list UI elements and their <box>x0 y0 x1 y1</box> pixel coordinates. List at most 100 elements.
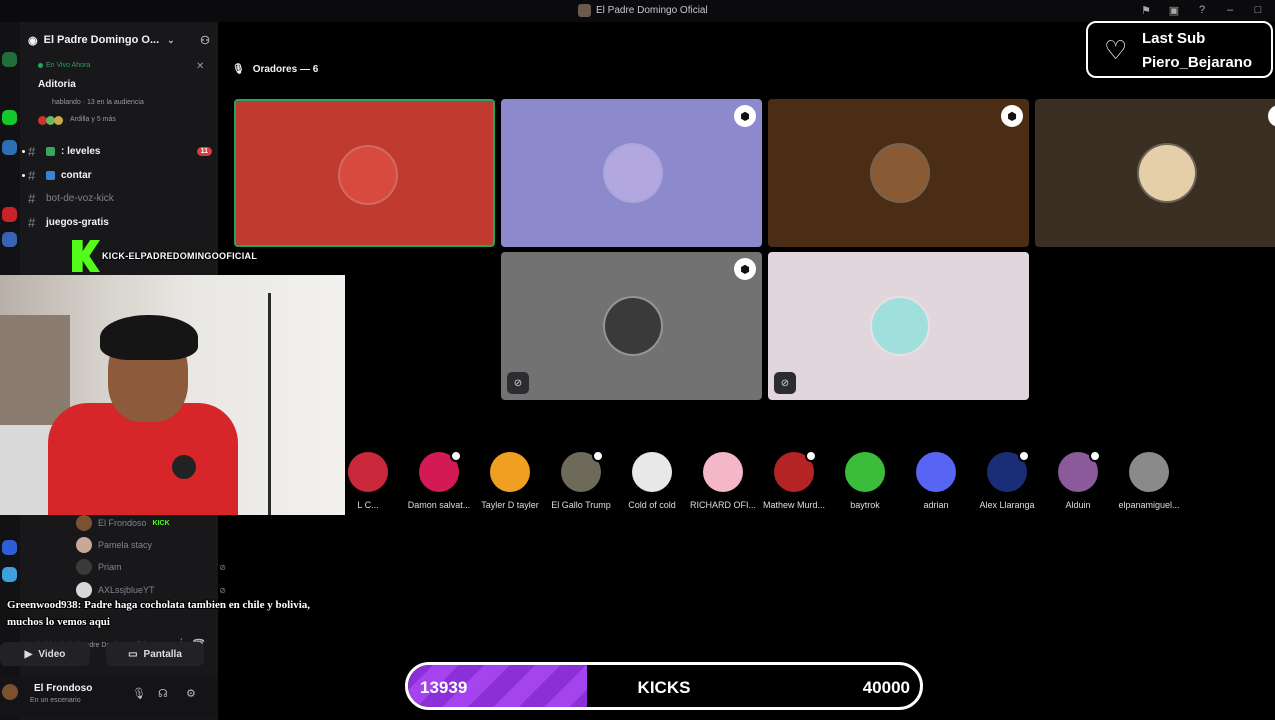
channel-item[interactable]: # contar <box>22 165 212 185</box>
audience-member[interactable]: Damon salvat... <box>404 450 474 510</box>
mic-muted-icon: ⊘ <box>774 372 796 394</box>
moderator-badge-icon <box>592 450 604 462</box>
hash-icon: # <box>28 214 36 230</box>
background-cable <box>268 293 271 515</box>
server-icon[interactable] <box>2 110 17 125</box>
avatar <box>845 452 885 492</box>
avatar <box>916 452 956 492</box>
window-controls: ⚑ ▣ ? – □ <box>1139 3 1265 17</box>
mention-badge: 11 <box>196 146 212 156</box>
chat-overlay-message: Greenwood938: Padre haga cocholata tambi… <box>7 599 310 628</box>
audience-name: Mathew Murd... <box>762 500 826 510</box>
channel-emoji-icon <box>46 146 55 156</box>
voice-user[interactable]: Priam ⊘ <box>76 558 226 576</box>
audience-name: Alduin <box>1065 500 1091 510</box>
audience-name: RICHARD OFI... <box>689 500 756 510</box>
minimize-icon[interactable]: – <box>1223 3 1237 17</box>
channel-item[interactable]: # juegos-gratis <box>28 212 212 232</box>
audience-member[interactable]: baytrok <box>830 452 900 510</box>
webcam-overlay <box>0 275 345 515</box>
audience-name: L C... <box>357 500 379 510</box>
speaker-tile[interactable] <box>234 99 495 247</box>
audience-member[interactable]: RICHARD OFI... <box>688 452 758 510</box>
inbox-icon[interactable]: ▣ <box>1167 3 1181 17</box>
flag-icon[interactable]: ⚑ <box>1139 3 1153 17</box>
avatar <box>561 450 604 492</box>
title-bar: El Padre Domingo Oficial ⚑ ▣ ? – □ <box>0 0 1275 22</box>
mic-muted-icon: ⊘ <box>507 372 529 394</box>
audience-member[interactable]: Alduin <box>1043 450 1113 510</box>
speaker-avatar <box>605 145 661 201</box>
server-icon[interactable] <box>2 52 17 67</box>
maximize-icon[interactable]: □ <box>1251 3 1265 17</box>
avatar <box>1129 452 1169 492</box>
channel-emoji-icon <box>46 170 55 180</box>
last-sub-widget: ♡ Last Sub Piero_Bejarano <box>1086 21 1273 78</box>
server-icon[interactable] <box>2 232 17 247</box>
stage-name[interactable]: Aditoria <box>38 79 76 90</box>
audience-name: El Gallo Trump <box>551 500 611 510</box>
server-icon[interactable] <box>2 567 17 582</box>
kick-logo-icon <box>72 240 100 272</box>
audience-member[interactable]: elpanamiguel... <box>1114 452 1184 510</box>
close-icon[interactable]: ✕ <box>196 61 204 72</box>
moderator-badge-icon: ⬢ <box>734 105 756 127</box>
avatar <box>54 116 63 125</box>
stage-listeners: Ardilla y 5 más <box>70 116 116 123</box>
hash-icon: # <box>28 190 36 206</box>
video-button[interactable]: ▶ Video <box>0 642 90 666</box>
speaker-tile[interactable]: ⊘ <box>768 252 1029 400</box>
settings-gear-icon[interactable]: ⚙ <box>186 687 196 700</box>
help-icon[interactable]: ? <box>1195 3 1209 17</box>
avatar <box>76 582 92 598</box>
server-header[interactable]: ◉ El Padre Domingo O... ⌄ ⚇ <box>28 30 210 50</box>
audience-member[interactable]: Alex Llaranga <box>972 450 1042 510</box>
audience-name: baytrok <box>850 500 880 510</box>
speaker-avatar <box>340 147 396 203</box>
audience-member[interactable]: L C... <box>333 452 403 510</box>
kick-channel-banner: KICK-ELPADREDOMINGOOFICIAL <box>72 240 257 272</box>
voice-user[interactable]: El Frondoso KICK <box>76 514 226 532</box>
audience-member[interactable]: Cold of cold <box>617 452 687 510</box>
speaker-tile[interactable]: ⬢ ⊘ <box>501 252 762 400</box>
server-icon[interactable] <box>2 207 17 222</box>
moderator-badge-icon: ⬢ <box>1001 105 1023 127</box>
audience-member[interactable]: Mathew Murd... <box>759 450 829 510</box>
microphone-icon[interactable]: 🎙 <box>132 687 146 700</box>
speaker-tile[interactable]: ⬢ <box>768 99 1029 247</box>
moderator-badge-icon <box>805 450 817 462</box>
audience-name: Damon salvat... <box>407 500 471 510</box>
avatar <box>632 452 672 492</box>
headphones-icon[interactable]: ☊ <box>158 687 168 700</box>
audience-member[interactable]: Tayler D tayler <box>475 452 545 510</box>
server-icon[interactable] <box>2 540 17 555</box>
channel-item[interactable]: # : leveles 11 <box>22 141 212 161</box>
app-root: El Padre Domingo Oficial ⚑ ▣ ? – □ ◉ El … <box>0 0 1275 720</box>
audience-member[interactable]: El Gallo Trump <box>546 450 616 510</box>
speaker-tile[interactable]: ⬢ <box>1035 99 1275 247</box>
avatar <box>490 452 530 492</box>
server-icon[interactable] <box>2 140 17 155</box>
speaker-avatar <box>605 298 661 354</box>
audience-name: Cold of cold <box>628 500 676 510</box>
invite-icon[interactable]: ⚇ <box>200 34 210 47</box>
audience-member[interactable]: adrian <box>901 452 971 510</box>
voice-user[interactable]: Pamela stacy <box>76 536 226 554</box>
mic-muted-icon: ⊘ <box>219 585 226 595</box>
server-icon <box>578 4 591 17</box>
chevron-down-icon[interactable]: ⌄ <box>167 35 175 46</box>
streamer-hair <box>100 315 198 360</box>
heart-icon: ♡ <box>1104 35 1128 65</box>
speaker-tile[interactable]: ⬢ <box>501 99 762 247</box>
avatar <box>76 515 92 531</box>
moderator-badge-icon <box>1018 450 1030 462</box>
avatar[interactable] <box>2 684 18 700</box>
hash-icon: # <box>28 167 36 183</box>
server-globe-icon: ◉ <box>28 34 38 47</box>
moderator-badge-icon <box>450 450 462 462</box>
screen-share-button[interactable]: ▭ Pantalla <box>106 642 204 666</box>
speakers-header: 🎙 Oradores — 6 <box>232 64 319 75</box>
audience-name: Tayler D tayler <box>481 500 539 510</box>
channel-item[interactable]: # bot-de-voz-kick <box>28 188 212 208</box>
voice-button-row: ▶ Video ▭ Pantalla <box>0 642 204 666</box>
